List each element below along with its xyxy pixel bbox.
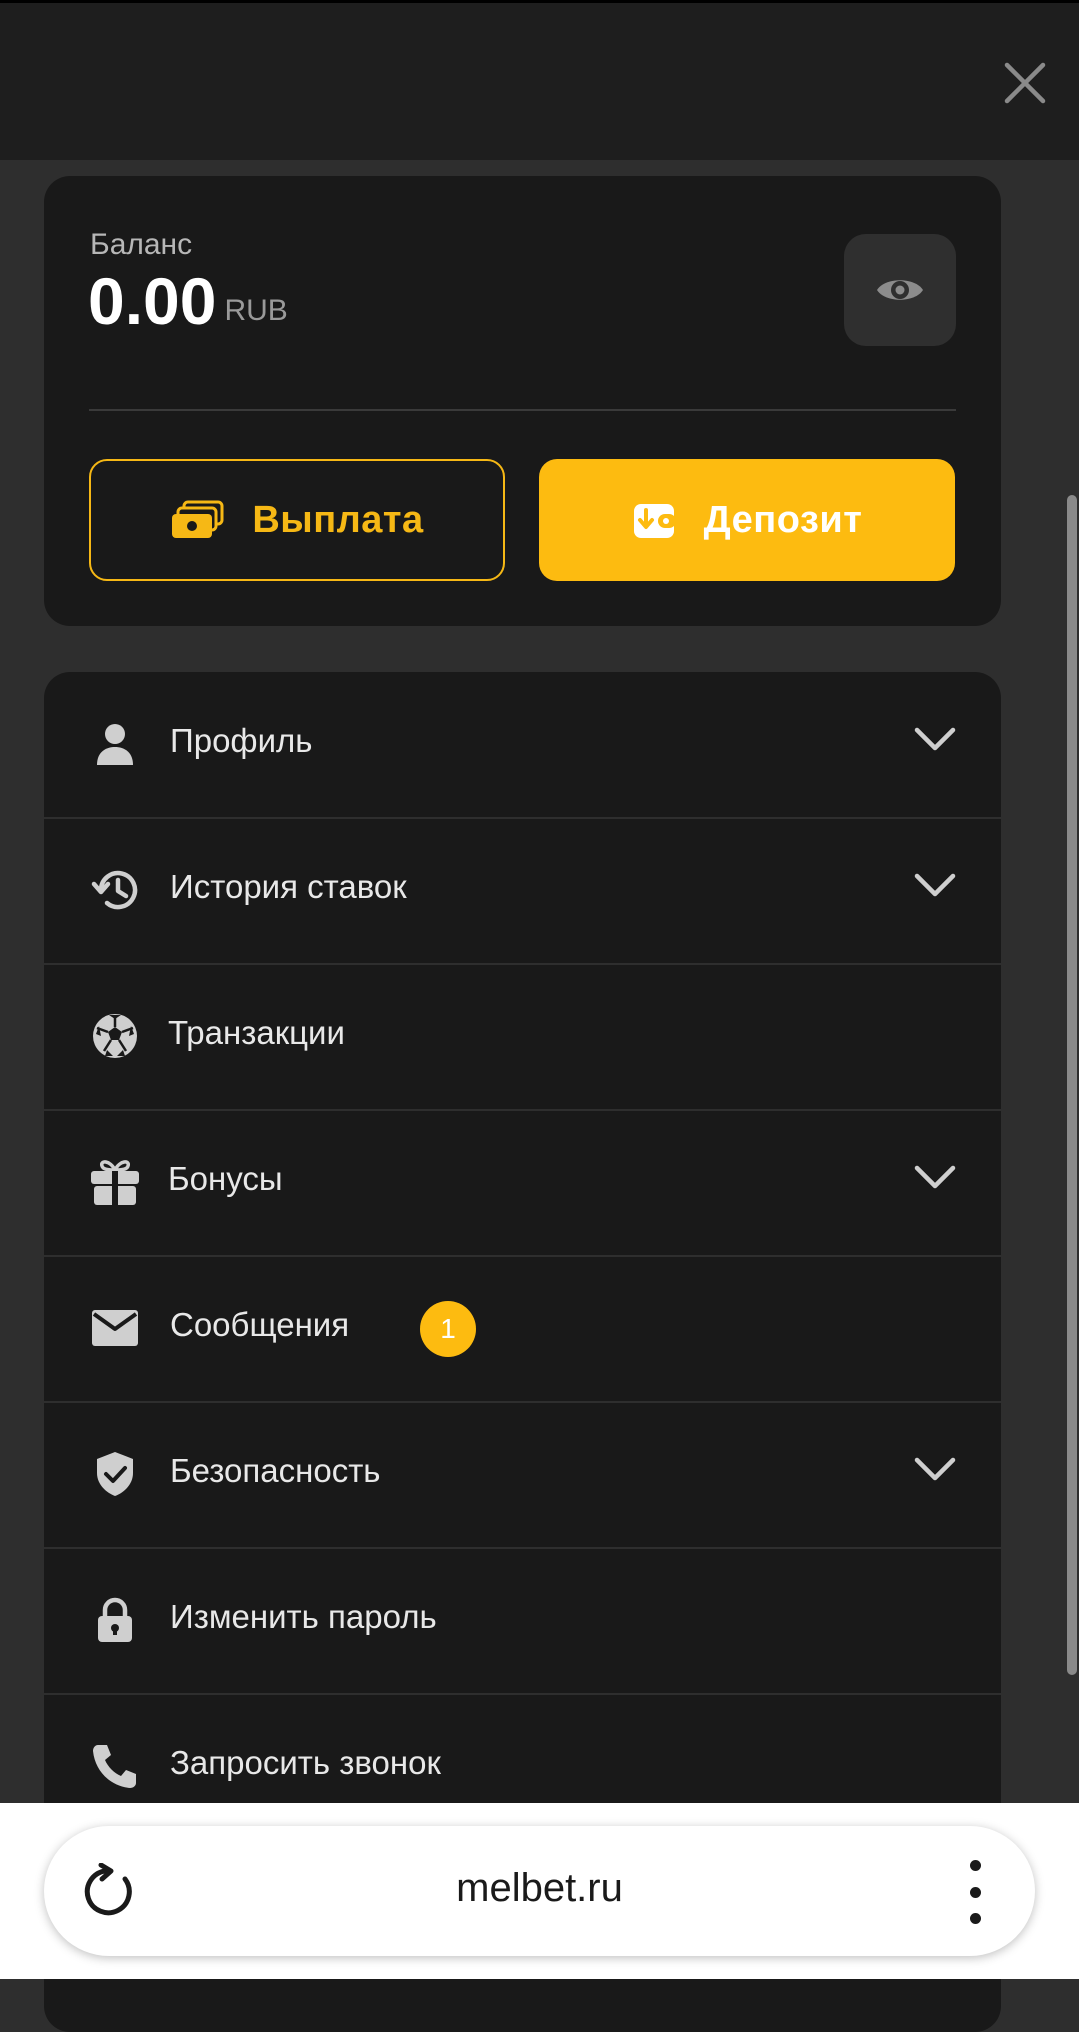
history-icon	[89, 864, 141, 916]
phone-icon	[89, 1740, 141, 1792]
lock-icon	[89, 1594, 141, 1646]
scrollbar[interactable]	[1067, 495, 1077, 1675]
menu-item-label: Безопасность	[170, 1452, 381, 1489]
soccer-ball-icon	[89, 1010, 141, 1062]
more-vertical-icon	[969, 1860, 981, 1871]
close-button[interactable]	[997, 55, 1053, 111]
chevron-down-icon	[914, 1457, 956, 1481]
balance-card: Баланс 0.00 RUB Выплата Депозит	[44, 176, 1001, 626]
menu-item-label: Сообщения	[170, 1306, 350, 1343]
more-options-button[interactable]	[965, 1860, 985, 1924]
top-header	[0, 0, 1079, 160]
menu-item-bonuses[interactable]: Бонусы	[44, 1110, 1001, 1257]
menu-item-transactions[interactable]: Транзакции	[44, 964, 1001, 1111]
menu-item-bet-history[interactable]: История ставок	[44, 818, 1001, 965]
payout-label: Выплата	[252, 498, 424, 541]
mail-icon	[89, 1302, 141, 1354]
balance-amount: 0.00	[88, 264, 217, 338]
close-icon	[1004, 62, 1046, 104]
menu-item-label: История ставок	[170, 868, 407, 905]
address-bar[interactable]: melbet.ru	[44, 1826, 1035, 1956]
browser-bottom-bar: melbet.ru	[0, 1803, 1079, 1979]
menu-item-label: Запросить звонок	[170, 1744, 441, 1781]
user-icon	[89, 718, 141, 770]
toggle-balance-visibility-button[interactable]	[844, 234, 956, 346]
balance-label: Баланс	[90, 228, 193, 261]
eye-icon	[877, 280, 923, 300]
payout-button[interactable]: Выплата	[89, 459, 505, 581]
balance-value: 0.00 RUB	[88, 268, 288, 334]
chevron-down-icon	[914, 873, 956, 897]
balance-divider	[89, 409, 956, 411]
menu-item-security[interactable]: Безопасность	[44, 1402, 1001, 1549]
menu-item-label: Бонусы	[168, 1160, 283, 1197]
shield-icon	[89, 1448, 141, 1500]
unread-count-badge: 1	[420, 1301, 476, 1357]
url-text: melbet.ru	[456, 1866, 623, 1910]
menu-item-label: Профиль	[170, 722, 313, 759]
cash-icon	[170, 500, 224, 540]
menu-item-change-password[interactable]: Изменить пароль	[44, 1548, 1001, 1695]
deposit-label: Депозит	[703, 498, 863, 541]
balance-currency: RUB	[224, 294, 288, 327]
menu-item-label: Изменить пароль	[170, 1598, 437, 1635]
chevron-down-icon	[914, 1165, 956, 1189]
menu-item-label: Транзакции	[168, 1014, 345, 1051]
deposit-button[interactable]: Депозит	[539, 459, 955, 581]
chevron-down-icon	[914, 727, 956, 751]
menu-item-profile[interactable]: Профиль	[44, 672, 1001, 819]
menu-item-messages[interactable]: Сообщения 1	[44, 1256, 1001, 1403]
wallet-icon	[632, 500, 676, 540]
gift-icon	[89, 1156, 141, 1208]
